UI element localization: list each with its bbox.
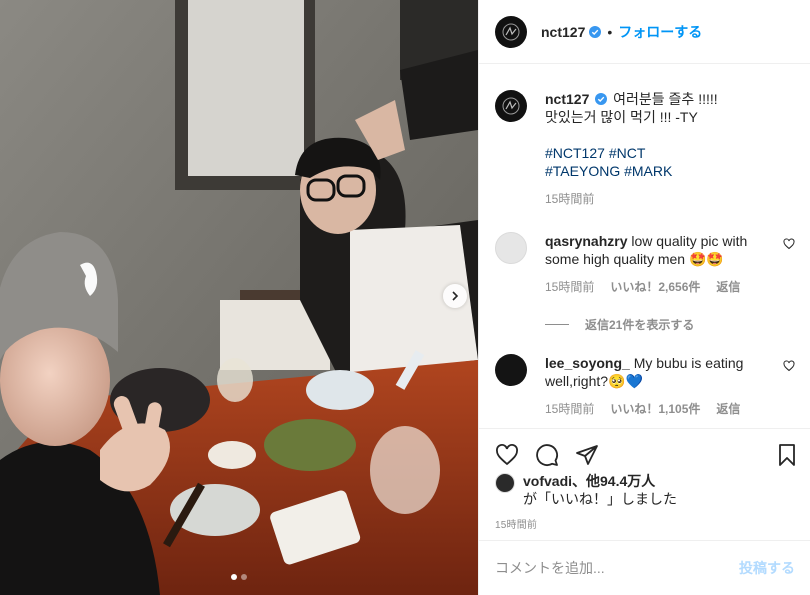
caption-hashtags: #NCT127 #NCT #TAEYONG #MARK [545,144,771,180]
paper-plane-icon[interactable] [575,443,599,467]
hashtag-link[interactable]: #NCT127 [545,145,605,161]
nct-logo-icon [502,23,520,40]
header-avatar[interactable] [495,15,527,48]
carousel-dot-1 [231,574,237,580]
heart-icon[interactable] [783,360,795,372]
comment-likes[interactable]: いいね！2,656件 [610,278,700,296]
comment-time[interactable]: 15時間前 [545,278,594,296]
comment-body: lee_soyong_ My bubu is eating well,right… [545,354,771,418]
hashtag-link[interactable]: #TAEYONG [545,163,620,179]
likes-others[interactable]: 、他94.4万人 [572,473,655,489]
caption-time[interactable]: 15時間前 [545,190,594,208]
nct-logo-icon [502,97,520,115]
heart-icon[interactable] [495,443,519,467]
liker-avatar[interactable] [495,473,515,493]
verified-badge-icon [589,25,602,38]
photo-illustration [0,0,478,595]
caption-avatar[interactable] [495,90,527,122]
verified-badge-icon [595,93,608,105]
bookmark-icon[interactable] [775,443,799,467]
comment-meta: 15時間前 いいね！2,656件 返信 [545,278,771,296]
likes-summary: vofvadi、他94.4万人 が「いいね！」しました [495,472,677,508]
view-replies-label: 返信21件を表示する [585,318,695,332]
carousel-dot-2 [241,574,247,580]
caption-body: nct127 여러분들 즐추 !!!!! 맛있는거 많이 먹기 !!! -TY … [545,90,771,208]
follow-button[interactable]: フォローする [618,22,702,42]
hashtag-link[interactable]: #NCT [609,145,646,161]
reply-button[interactable]: 返信 [716,278,740,296]
comment-body: qasrynahzry low quality pic with some hi… [545,232,771,296]
comment-input[interactable] [495,560,739,576]
caption-username[interactable]: nct127 [545,91,589,107]
replies-divider [545,324,569,325]
hashtag-link[interactable]: #MARK [624,163,672,179]
comment-avatar[interactable] [495,354,527,386]
view-replies-button[interactable]: 返信21件を表示する [545,316,694,333]
post-comment-button[interactable]: 投稿する [739,558,795,578]
comment-icon[interactable] [535,443,559,467]
reply-button[interactable]: 返信 [716,400,740,418]
comment-time[interactable]: 15時間前 [545,400,594,418]
carousel-indicator [0,574,478,580]
add-comment-form: 投稿する [479,540,810,595]
next-slide-button[interactable] [443,284,467,308]
post-photo[interactable] [0,0,478,595]
comments-list[interactable]: nct127 여러분들 즐추 !!!!! 맛있는거 많이 먹기 !!! -TY … [479,64,810,428]
header-separator: • [607,23,613,40]
comment-meta: 15時間前 いいね！1,105件 返信 [545,400,771,418]
post-side-panel: nct127 • フォローする nct127 여러분들 즐추 !!!!! 맛있는… [478,0,810,595]
heart-icon[interactable] [783,238,795,250]
instagram-post: nct127 • フォローする nct127 여러분들 즐추 !!!!! 맛있는… [0,0,810,595]
comment-item: qasrynahzry low quality pic with some hi… [495,232,795,296]
likes-text: vofvadi、他94.4万人 が「いいね！」しました [523,472,677,508]
post-timestamp[interactable]: 15時間前 [495,516,537,531]
comment-username[interactable]: lee_soyong_ [545,355,630,371]
post-header: nct127 • フォローする [479,0,810,64]
comment-avatar[interactable] [495,232,527,264]
chevron-right-icon [452,291,459,301]
caption: nct127 여러분들 즐추 !!!!! 맛있는거 많이 먹기 !!! -TY … [495,90,795,208]
comment-likes[interactable]: いいね！1,105件 [610,400,700,418]
caption-meta: 15時間前 [545,190,771,208]
comment-item: lee_soyong_ My bubu is eating well,right… [495,354,795,418]
comment-username[interactable]: qasrynahzry [545,233,627,249]
header-username[interactable]: nct127 [541,24,585,40]
liker-username[interactable]: vofvadi [523,473,572,489]
likes-suffix: が「いいね！」しました [523,491,677,507]
